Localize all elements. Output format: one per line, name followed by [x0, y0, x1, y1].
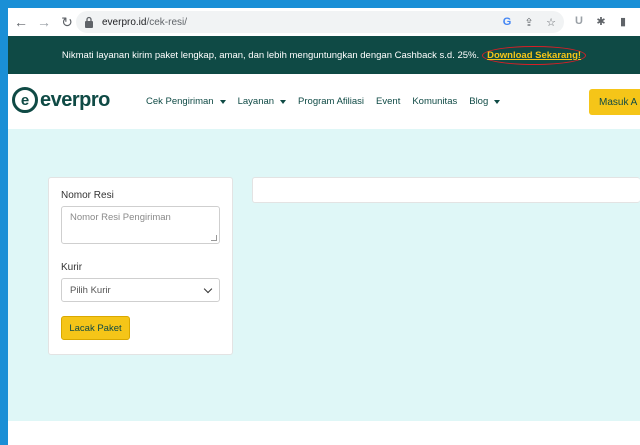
tracking-result-panel	[252, 177, 640, 203]
lacak-paket-button[interactable]: Lacak Paket	[61, 316, 130, 340]
extension-u-icon[interactable]: U	[572, 13, 586, 29]
site-header: e everpro Cek Pengiriman Layanan Program…	[8, 74, 640, 129]
lock-icon[interactable]	[84, 16, 94, 28]
kurir-select[interactable]: Pilih Kurir	[61, 278, 220, 302]
resize-grip-icon[interactable]	[211, 235, 217, 241]
address-bar[interactable]: everpro.id/cek-resi/ G ⇪ ☆	[76, 11, 564, 33]
extension-bar: U ✱ ▮	[572, 13, 630, 29]
nav-item-cek-pengiriman[interactable]: Cek Pengiriman	[146, 96, 226, 107]
logo-mark-icon: e	[12, 87, 38, 113]
chevron-down-icon	[494, 99, 501, 104]
nav-label: Program Afiliasi	[298, 96, 365, 107]
logo-text: everpro	[40, 88, 110, 111]
login-button[interactable]: Masuk A	[589, 89, 640, 115]
google-icon[interactable]: G	[500, 14, 514, 30]
tracking-form: Nomor Resi Nomor Resi Pengiriman Kurir P…	[48, 177, 233, 355]
footer-strip	[8, 421, 640, 445]
extensions-puzzle-icon[interactable]: ✱	[594, 13, 608, 29]
kurir-label: Kurir	[61, 262, 83, 273]
nav-label: Cek Pengiriman	[146, 96, 214, 107]
kurir-selected-value: Pilih Kurir	[70, 284, 111, 296]
forward-arrow-icon[interactable]: →	[34, 12, 54, 32]
url-domain: everpro.id	[102, 16, 147, 28]
chevron-down-icon	[280, 99, 287, 104]
nav-label: Layanan	[237, 96, 275, 107]
main-nav: Cek Pengiriman Layanan Program Afiliasi …	[146, 74, 512, 129]
share-icon[interactable]: ⇪	[522, 14, 536, 30]
resi-placeholder: Nomor Resi Pengiriman	[70, 212, 171, 223]
chevron-down-icon	[219, 99, 226, 104]
promo-text: Nikmati layanan kirim paket lengkap, ama…	[61, 49, 480, 61]
nav-label: Event	[376, 96, 401, 107]
nav-item-program-afiliasi[interactable]: Program Afiliasi	[298, 96, 364, 107]
browser-toolbar: ← → ↻ everpro.id/cek-resi/ G ⇪ ☆ U ✱ ▮	[8, 8, 640, 36]
chevron-down-icon	[203, 284, 213, 293]
browser-window: ← → ↻ everpro.id/cek-resi/ G ⇪ ☆ U ✱ ▮ N…	[8, 8, 640, 445]
star-icon[interactable]: ☆	[544, 14, 558, 30]
nav-item-komunitas[interactable]: Komunitas	[412, 96, 457, 107]
resi-label: Nomor Resi	[61, 190, 114, 201]
promo-banner: Nikmati layanan kirim paket lengkap, ama…	[8, 36, 640, 74]
download-link[interactable]: Download Sekarang!	[482, 45, 587, 65]
omnibox-actions: G ⇪ ☆	[500, 14, 558, 30]
reload-icon[interactable]: ↻	[57, 12, 77, 32]
nav-item-event[interactable]: Event	[376, 96, 400, 107]
tracking-section: Nomor Resi Nomor Resi Pengiriman Kurir P…	[8, 129, 640, 421]
sidebar-icon[interactable]: ▮	[616, 13, 630, 29]
resi-textarea[interactable]: Nomor Resi Pengiriman	[61, 206, 220, 244]
url-text: everpro.id/cek-resi/	[102, 17, 187, 28]
nav-item-layanan[interactable]: Layanan	[237, 96, 287, 107]
everpro-logo[interactable]: e everpro	[12, 87, 110, 113]
url-path: /cek-resi/	[146, 16, 188, 28]
nav-item-blog[interactable]: Blog	[469, 96, 501, 107]
nav-label: Blog	[469, 96, 489, 107]
nav-label: Komunitas	[412, 96, 458, 107]
back-arrow-icon[interactable]: ←	[11, 12, 31, 32]
